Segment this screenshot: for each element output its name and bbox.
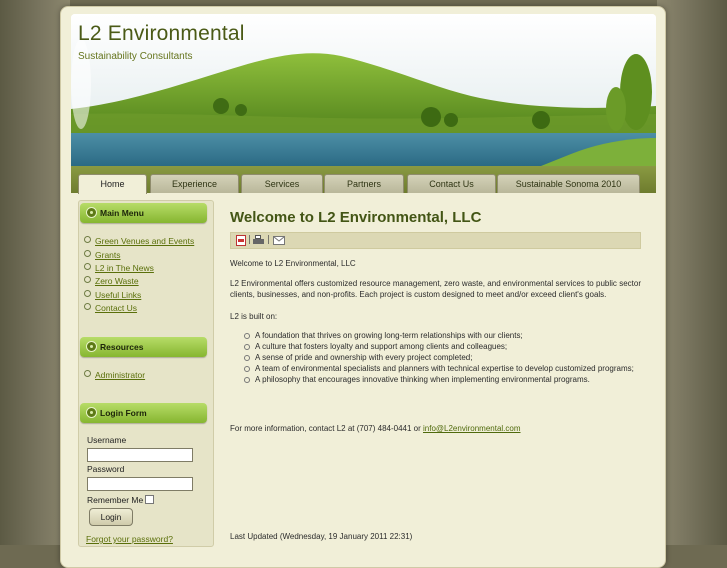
login-form-header: Login Form	[80, 403, 207, 423]
tab-partners[interactable]: Partners	[324, 174, 404, 193]
site-title: L2 Environmental	[78, 22, 245, 45]
list-item: A sense of pride and ownership with ever…	[244, 352, 641, 363]
menu-item-contact-us[interactable]: Contact Us	[84, 303, 137, 313]
menu-item-l2-in-the-news[interactable]: L2 in The News	[84, 263, 154, 273]
tab-experience[interactable]: Experience	[150, 174, 239, 193]
print-icon[interactable]	[253, 235, 264, 246]
resources-title: Resources	[100, 342, 144, 352]
main-menu-title: Main Menu	[100, 208, 144, 218]
list-item: A team of environmental specialists and …	[244, 363, 641, 374]
circle-bullet-icon	[84, 290, 91, 297]
circle-bullet-icon	[84, 236, 91, 243]
circle-bullet-icon	[84, 303, 91, 310]
pdf-icon[interactable]	[236, 235, 246, 246]
email-icon[interactable]	[273, 236, 285, 245]
tab-services[interactable]: Services	[241, 174, 323, 193]
password-input[interactable]	[87, 477, 193, 491]
background-right	[657, 0, 727, 545]
username-input[interactable]	[87, 448, 193, 462]
menu-item-zero-waste[interactable]: Zero Waste	[84, 276, 139, 286]
remember-me-checkbox[interactable]	[145, 495, 154, 504]
circle-bullet-icon	[84, 370, 91, 377]
article-toolbar: | |	[230, 232, 641, 249]
contact-text: For more information, contact L2 at (707…	[230, 424, 423, 433]
list-item: A culture that fosters loyalty and suppo…	[244, 341, 641, 352]
intro-text: Welcome to L2 Environmental, LLC	[230, 259, 356, 268]
remember-me-label: Remember Me	[87, 495, 144, 505]
circle-bullet-icon	[84, 276, 91, 283]
tab-home[interactable]: Home	[78, 174, 147, 194]
article-title: Welcome to L2 Environmental, LLC	[230, 209, 482, 226]
login-form-title: Login Form	[100, 408, 147, 418]
tab-contact-us[interactable]: Contact Us	[407, 174, 496, 193]
forgot-password-link[interactable]: Forgot your password?	[86, 534, 173, 544]
username-label: Username	[87, 435, 127, 445]
circle-bullet-icon	[84, 263, 91, 270]
main-menu-header: Main Menu	[80, 203, 207, 223]
body-text: L2 Environmental offers customized resou…	[230, 279, 641, 299]
menu-item-green-venues[interactable]: Green Venues and Events	[84, 236, 194, 246]
circle-bullet-icon	[84, 250, 91, 257]
toolbar-separator: |	[267, 235, 271, 245]
contact-line: For more information, contact L2 at (707…	[230, 423, 641, 434]
tab-sustainable-sonoma-2010[interactable]: Sustainable Sonoma 2010	[497, 174, 640, 193]
bullet-icon	[86, 207, 97, 218]
built-on-text: L2 is built on:	[230, 312, 278, 321]
menu-item-grants[interactable]: Grants	[84, 250, 121, 260]
menu-item-useful-links[interactable]: Useful Links	[84, 290, 141, 300]
list-item: A foundation that thrives on growing lon…	[244, 330, 641, 341]
email-link[interactable]: info@L2environmental.com	[423, 424, 521, 433]
list-item: A philosophy that encourages innovative …	[244, 374, 641, 385]
toolbar-separator: |	[248, 235, 252, 245]
last-updated: Last Updated (Wednesday, 19 January 2011…	[230, 532, 413, 541]
login-button[interactable]: Login	[89, 508, 133, 526]
menu-item-administrator[interactable]: Administrator	[84, 370, 145, 380]
bullet-icon	[86, 407, 97, 418]
site-subtitle: Sustainability Consultants	[78, 51, 193, 62]
resources-header: Resources	[80, 337, 207, 357]
bullet-icon	[86, 341, 97, 352]
password-label: Password	[87, 464, 125, 474]
values-list: A foundation that thrives on growing lon…	[244, 330, 641, 385]
